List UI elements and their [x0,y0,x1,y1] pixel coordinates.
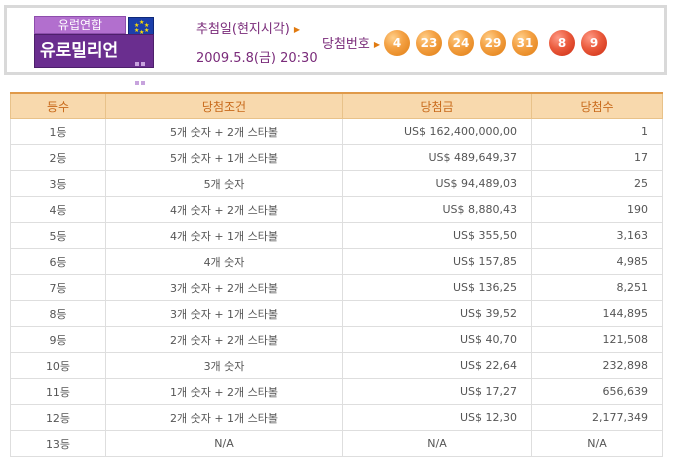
winners-cell: 190 [531,196,663,223]
rank-cell: 8등 [10,300,106,327]
rank-cell: 7등 [10,274,106,301]
table-row: 3등 5개 숫자 US$ 94,489,03 25 [10,170,663,197]
star-number-ball: 9 [581,30,607,56]
header-prize: 당첨금 [342,92,532,119]
arrow-right-icon: ▶ [293,25,301,34]
prize-cell: US$ 8,880,43 [342,196,532,223]
main-number-ball: 4 [384,30,410,56]
euromillions-logo: 유럽연합 ★ ★ ★ ★ ★ ★ 유로밀리언 [34,16,154,104]
condition-cell: 2개 숫자 + 1개 스타볼 [105,404,343,431]
winners-cell: 121,508 [531,326,663,353]
draw-date-label-text: 추첨일(현지시각) [196,22,290,37]
star-number-ball: 8 [549,30,575,56]
table-row: 9등 2개 숫자 + 2개 스타볼 US$ 40,70 121,508 [10,326,663,353]
condition-cell: N/A [105,430,343,457]
table-row: 1등 5개 숫자 + 2개 스타볼 US$ 162,400,000,00 1 [10,118,663,145]
rank-cell: 9등 [10,326,106,353]
main-number-ball: 31 [512,30,538,56]
winners-cell: 1 [531,118,663,145]
winners-cell: 232,898 [531,352,663,379]
winners-cell: N/A [531,430,663,457]
prize-cell: US$ 22,64 [342,352,532,379]
draw-info-header: 유럽연합 ★ ★ ★ ★ ★ ★ 유로밀리언 추첨일(현지시각) ▶ 2009.5… [4,5,667,104]
table-row: 6등 4개 숫자 US$ 157,85 4,985 [10,248,663,275]
logo-squares-icon [134,52,150,104]
prize-table: 등수 당첨조건 당첨금 당첨수 1등 5개 숫자 + 2개 스타볼 US$ 162,… [10,92,663,457]
prize-cell: US$ 12,30 [342,404,532,431]
logo-top-label: 유럽연합 [34,16,126,34]
condition-cell: 1개 숫자 + 2개 스타볼 [105,378,343,405]
condition-cell: 5개 숫자 + 2개 스타볼 [105,118,343,145]
rank-cell: 6등 [10,248,106,275]
condition-cell: 5개 숫자 + 1개 스타볼 [105,144,343,171]
winners-cell: 4,985 [531,248,663,275]
prize-cell: US$ 162,400,000,00 [342,118,532,145]
prize-cell: US$ 136,25 [342,274,532,301]
winners-cell: 25 [531,170,663,197]
condition-cell: 2개 숫자 + 2개 스타볼 [105,326,343,353]
condition-cell: 3개 숫자 [105,352,343,379]
table-row: 8등 3개 숫자 + 1개 스타볼 US$ 39,52 144,895 [10,300,663,327]
rank-cell: 4등 [10,196,106,223]
prize-table-header: 등수 당첨조건 당첨금 당첨수 [10,92,663,119]
rank-cell: 10등 [10,352,106,379]
header-rank: 등수 [10,92,106,119]
main-number-ball: 24 [448,30,474,56]
rank-cell: 5등 [10,222,106,249]
table-row: 2등 5개 숫자 + 1개 스타볼 US$ 489,649,37 17 [10,144,663,171]
winning-numbers-label: 당첨번호 ▶ [322,33,380,52]
condition-cell: 5개 숫자 [105,170,343,197]
prize-cell: US$ 489,649,37 [342,144,532,171]
prize-cell: US$ 355,50 [342,222,532,249]
header-winners: 당첨수 [531,92,663,119]
rank-cell: 12등 [10,404,106,431]
table-row: 7등 3개 숫자 + 2개 스타볼 US$ 136,25 8,251 [10,274,663,301]
winning-numbers-label-text: 당첨번호 [322,37,370,52]
rank-cell: 11등 [10,378,106,405]
header-condition: 당첨조건 [105,92,343,119]
table-row: 13등 N/A N/A N/A [10,430,663,457]
table-row: 11등 1개 숫자 + 2개 스타볼 US$ 17,27 656,639 [10,378,663,405]
rank-cell: 2등 [10,144,106,171]
draw-date-value: 2009.5.8(금) 20:30 [196,51,318,66]
main-number-ball: 29 [480,30,506,56]
condition-cell: 4개 숫자 [105,248,343,275]
prize-cell: US$ 17,27 [342,378,532,405]
main-number-ball: 23 [416,30,442,56]
winners-cell: 8,251 [531,274,663,301]
table-row: 10등 3개 숫자 US$ 22,64 232,898 [10,352,663,379]
arrow-right-icon: ▶ [373,40,380,49]
condition-cell: 3개 숫자 + 2개 스타볼 [105,274,343,301]
rank-cell: 1등 [10,118,106,145]
condition-cell: 4개 숫자 + 1개 스타볼 [105,222,343,249]
table-row: 4등 4개 숫자 + 2개 스타볼 US$ 8,880,43 190 [10,196,663,223]
prize-cell: US$ 39,52 [342,300,532,327]
winners-cell: 656,639 [531,378,663,405]
winners-cell: 2,177,349 [531,404,663,431]
prize-cell: N/A [342,430,532,457]
winners-cell: 3,163 [531,222,663,249]
prize-cell: US$ 40,70 [342,326,532,353]
rank-cell: 13등 [10,430,106,457]
prize-table-body: 1등 5개 숫자 + 2개 스타볼 US$ 162,400,000,00 1 2등 5개 … [10,118,663,457]
prize-cell: US$ 157,85 [342,248,532,275]
eu-flag-icon: ★ ★ ★ ★ ★ ★ [128,17,154,36]
draw-date-label: 추첨일(현지시각) ▶ [196,18,300,37]
table-row: 5등 4개 숫자 + 1개 스타볼 US$ 355,50 3,163 [10,222,663,249]
prize-cell: US$ 94,489,03 [342,170,532,197]
winners-cell: 17 [531,144,663,171]
table-row: 12등 2개 숫자 + 1개 스타볼 US$ 12,30 2,177,349 [10,404,663,431]
condition-cell: 4개 숫자 + 2개 스타볼 [105,196,343,223]
rank-cell: 3등 [10,170,106,197]
condition-cell: 3개 숫자 + 1개 스타볼 [105,300,343,327]
winners-cell: 144,895 [531,300,663,327]
